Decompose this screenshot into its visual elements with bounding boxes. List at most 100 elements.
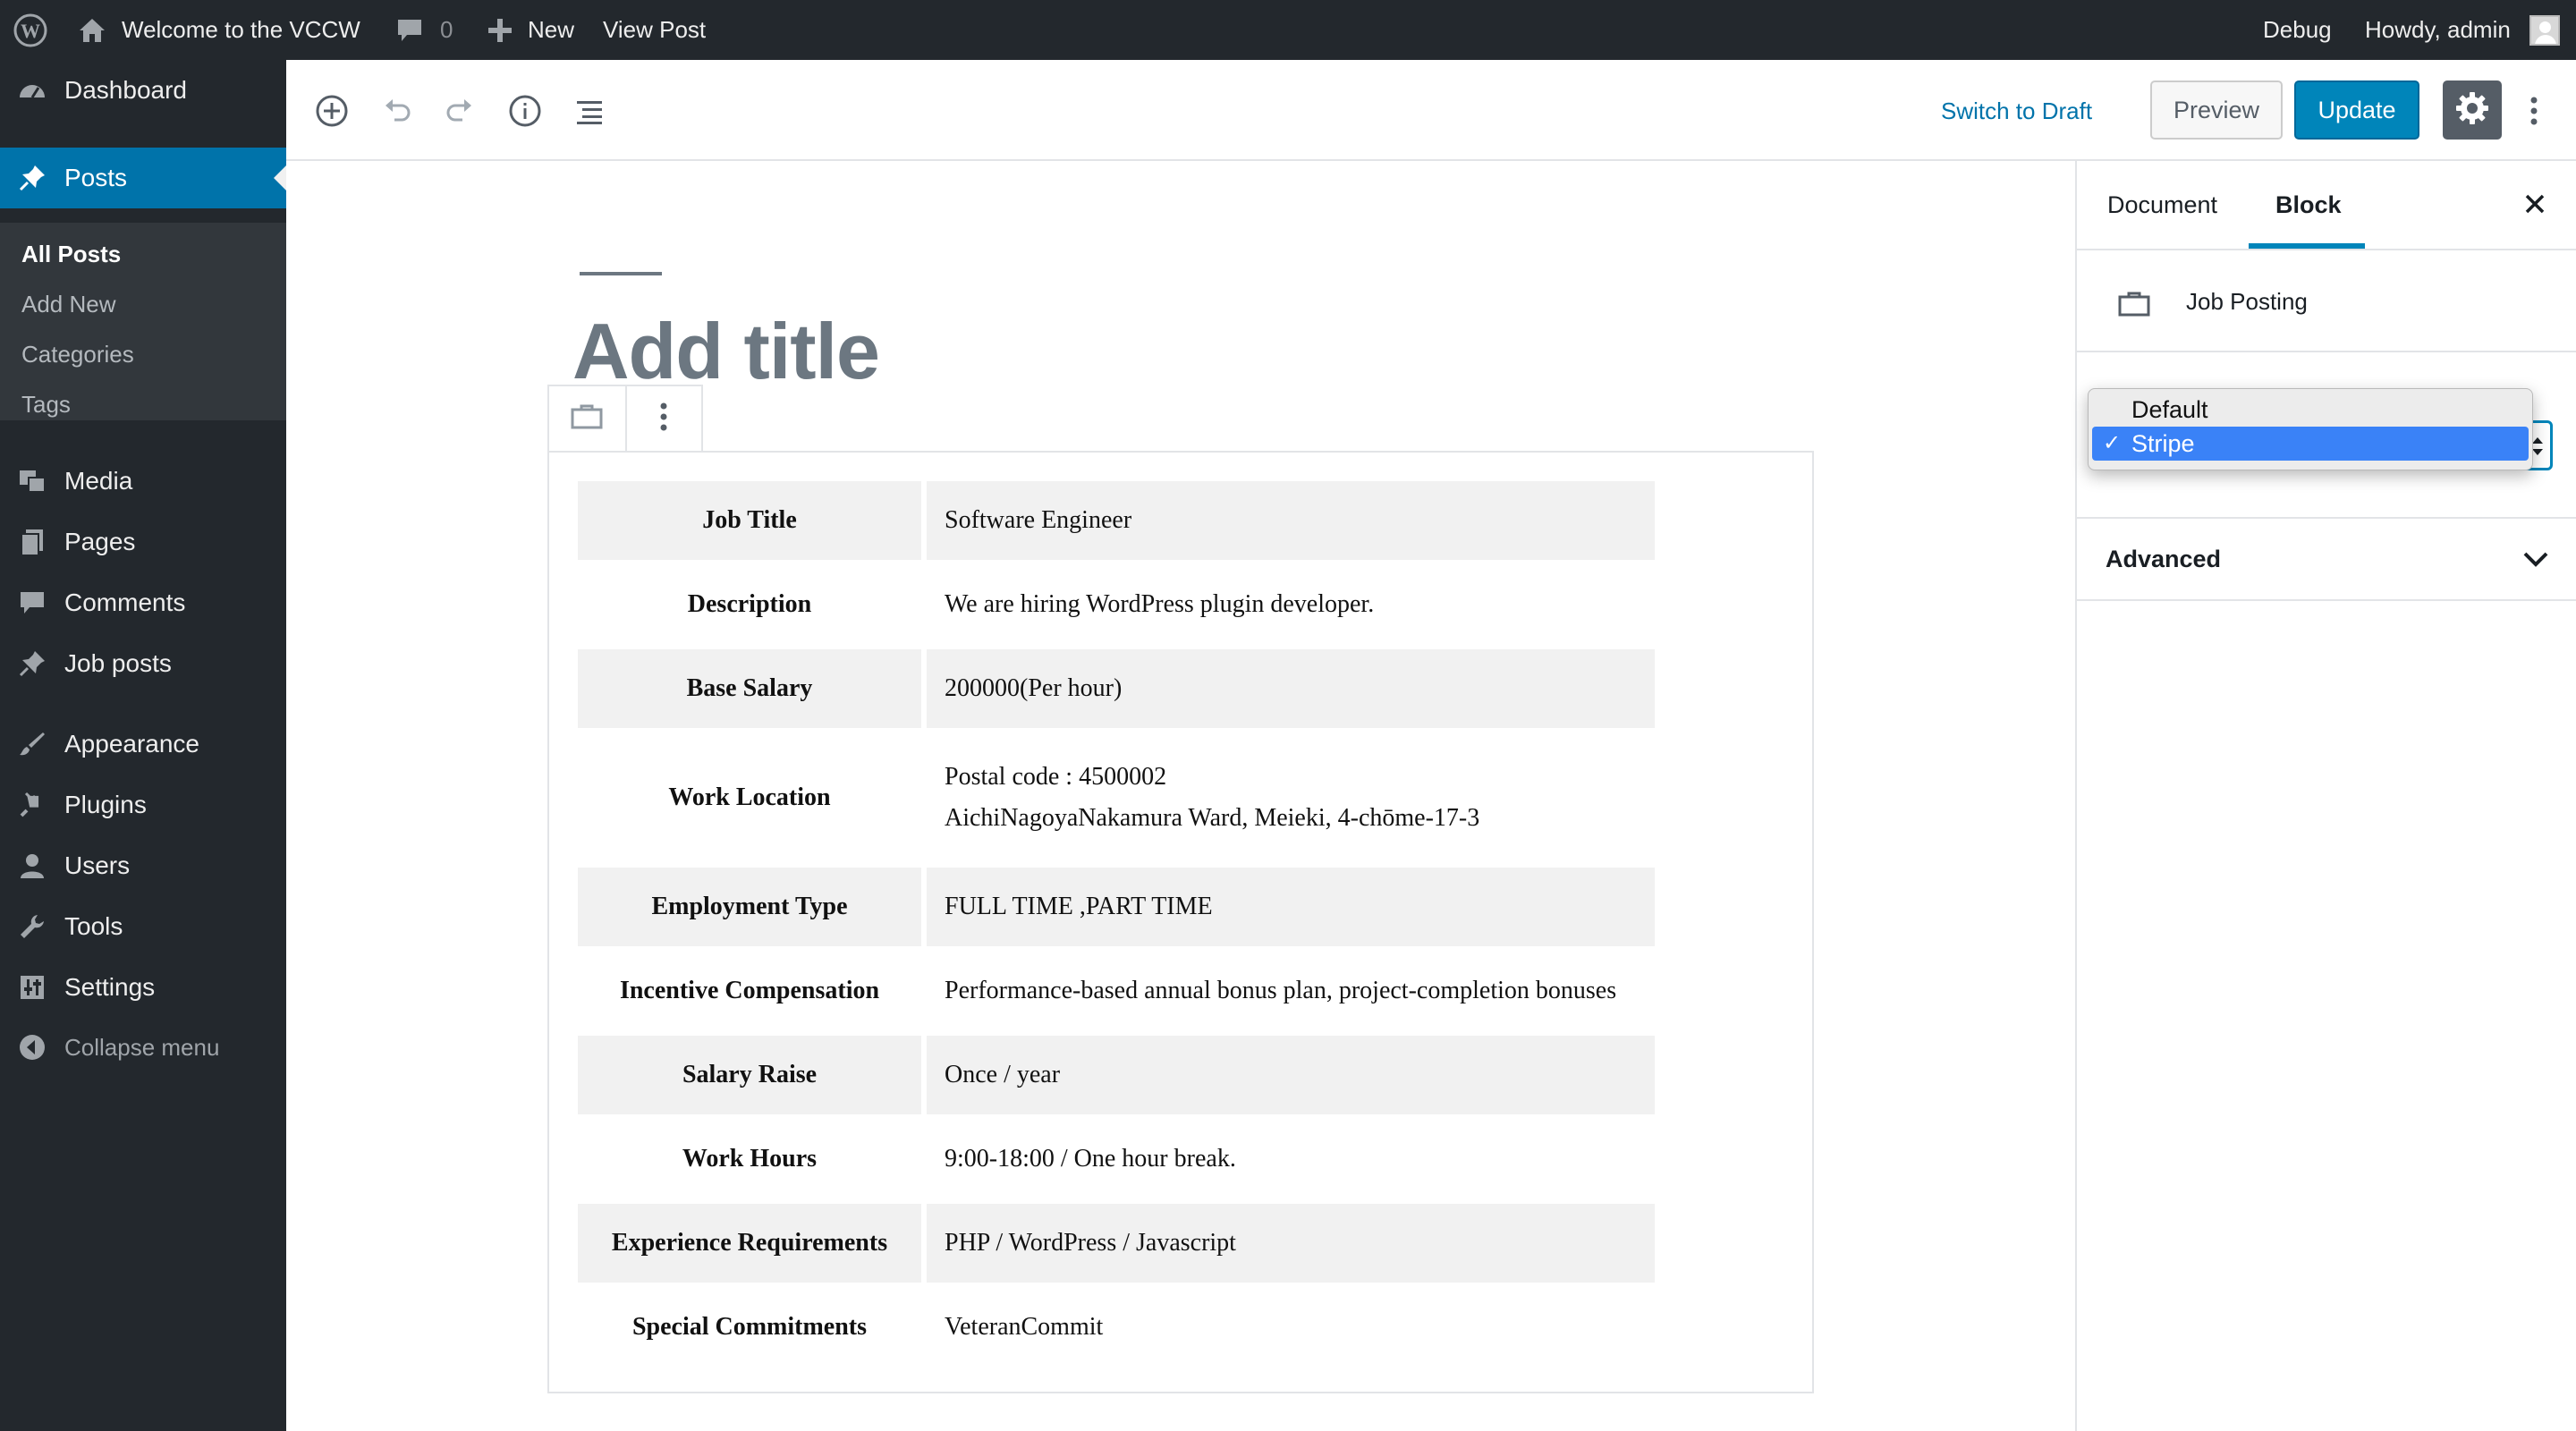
sidebar-item-posts[interactable]: Posts xyxy=(0,148,286,208)
postal-code-line: Postal code : 4500002 xyxy=(945,763,1167,791)
submenu-add-new[interactable]: Add New xyxy=(21,291,116,318)
sidebar-item-pages[interactable]: Pages xyxy=(0,512,286,572)
submenu-tags[interactable]: Tags xyxy=(21,391,71,419)
block-navigation-icon[interactable] xyxy=(571,92,608,130)
update-button[interactable]: Update xyxy=(2294,80,2419,140)
table-cell-label: Work Hours xyxy=(578,1120,927,1198)
sidebar-item-label: Job posts xyxy=(64,649,172,677)
home-icon[interactable] xyxy=(77,0,107,60)
table-cell-label: Employment Type xyxy=(578,868,927,946)
title-separator xyxy=(580,272,662,275)
new-content-link[interactable]: New xyxy=(528,0,574,60)
table-cell-label: Experience Requirements xyxy=(578,1204,927,1283)
sidebar-item-users[interactable]: Users xyxy=(0,835,286,896)
table-row: Base Salary 200000(Per hour) xyxy=(578,649,1655,728)
table-row: Work Hours 9:00-18:00 / One hour break. xyxy=(578,1120,1655,1198)
table-cell-value[interactable]: Performance-based annual bonus plan, pro… xyxy=(927,952,1655,1030)
sidebar-item-media[interactable]: Media xyxy=(0,451,286,512)
add-block-icon[interactable] xyxy=(313,92,351,130)
table-cell-value[interactable]: We are hiring WordPress plugin developer… xyxy=(927,565,1655,644)
table-cell-label: Incentive Compensation xyxy=(578,952,927,1030)
collapse-arrow-icon xyxy=(16,1031,48,1063)
settings-sidebar: Document Block Job Posting Advanced xyxy=(2075,161,2576,1431)
settings-toggle-button[interactable] xyxy=(2443,80,2502,140)
sidebar-item-comments[interactable]: Comments xyxy=(0,572,286,633)
sidebar-item-job-posts[interactable]: Job posts xyxy=(0,633,286,694)
comment-bubble-icon[interactable] xyxy=(395,0,424,60)
sidebar-item-label: Plugins xyxy=(64,791,147,818)
sidebar-item-label: Settings xyxy=(64,973,156,1001)
plus-icon[interactable] xyxy=(487,0,513,60)
address-line: AichiNagoyaNakamura Ward, Meieki, 4-chōm… xyxy=(945,804,1480,832)
style-select-dropdown: Default ✓ Stripe xyxy=(2088,388,2533,470)
table-cell-label: Base Salary xyxy=(578,649,927,728)
post-title-input[interactable]: Add title xyxy=(572,306,880,397)
site-name-link[interactable]: Welcome to the VCCW xyxy=(122,0,360,60)
table-cell-value[interactable]: FULL TIME ,PART TIME xyxy=(927,868,1655,946)
avatar[interactable] xyxy=(2529,0,2560,60)
style-option-default[interactable]: Default xyxy=(2092,393,2529,427)
style-option-stripe[interactable]: ✓ Stripe xyxy=(2092,427,2529,461)
sidebar-item-tools[interactable]: Tools xyxy=(0,896,286,957)
table-row: Salary Raise Once / year xyxy=(578,1036,1655,1114)
table-cell-value[interactable]: VeteranCommit xyxy=(927,1288,1655,1367)
job-posting-block[interactable]: Job Title Software Engineer Description … xyxy=(547,451,1814,1393)
howdy-account-link[interactable]: Howdy, admin xyxy=(2365,0,2511,60)
table-cell-value[interactable]: 9:00-18:00 / One hour break. xyxy=(927,1120,1655,1198)
sidebar-item-appearance[interactable]: Appearance xyxy=(0,714,286,775)
table-row: Work Location Postal code : 4500002 Aich… xyxy=(578,733,1655,862)
admin-bar: W Welcome to the VCCW 0 New View Post De… xyxy=(0,0,2576,60)
sidebar-item-label: Tools xyxy=(64,912,123,940)
briefcase-icon xyxy=(570,402,604,436)
preview-button[interactable]: Preview xyxy=(2150,80,2283,140)
table-row: Experience Requirements PHP / WordPress … xyxy=(578,1204,1655,1283)
comments-count[interactable]: 0 xyxy=(440,0,453,60)
block-more-options[interactable] xyxy=(624,386,701,451)
table-cell-label: Job Title xyxy=(578,481,927,560)
table-cell-value[interactable]: Once / year xyxy=(927,1036,1655,1114)
submenu-categories[interactable]: Categories xyxy=(21,341,134,368)
debug-link[interactable]: Debug xyxy=(2263,0,2332,60)
style-option-label: Stripe xyxy=(2131,430,2195,457)
submenu-all-posts[interactable]: All Posts xyxy=(21,241,121,268)
editor-header-toolbar: Switch to Draft Preview Update xyxy=(286,60,2576,161)
sidebar-item-label: Posts xyxy=(64,164,128,191)
table-row: Employment Type FULL TIME ,PART TIME xyxy=(578,868,1655,946)
dashboard-gauge-icon xyxy=(16,74,48,106)
sidebar-item-plugins[interactable]: Plugins xyxy=(0,775,286,835)
advanced-panel-toggle[interactable]: Advanced xyxy=(2077,519,2576,601)
close-settings-button[interactable] xyxy=(2521,191,2549,220)
block-card: Job Posting xyxy=(2077,250,2576,352)
redo-icon[interactable] xyxy=(442,92,479,130)
collapse-menu-label: Collapse menu xyxy=(64,1033,220,1061)
sidebar-item-label: Media xyxy=(64,467,133,495)
table-cell-value[interactable]: 200000(Per hour) xyxy=(927,649,1655,728)
chevron-down-icon xyxy=(2521,544,2551,574)
advanced-panel-title: Advanced xyxy=(2106,546,2222,572)
table-row: Description We are hiring WordPress plug… xyxy=(578,565,1655,644)
more-options-icon[interactable] xyxy=(2521,90,2547,131)
tab-block[interactable]: Block xyxy=(2275,161,2342,249)
view-post-link[interactable]: View Post xyxy=(603,0,706,60)
table-row: Incentive Compensation Performance-based… xyxy=(578,952,1655,1030)
table-cell-label: Description xyxy=(578,565,927,644)
collapse-menu-button[interactable]: Collapse menu xyxy=(0,1017,286,1078)
pushpin-icon xyxy=(16,648,48,680)
briefcase-icon xyxy=(2116,286,2152,322)
pushpin-icon xyxy=(16,162,48,194)
media-icon xyxy=(16,465,48,497)
table-cell-value[interactable]: PHP / WordPress / Javascript xyxy=(927,1204,1655,1283)
undo-icon[interactable] xyxy=(377,92,415,130)
info-icon[interactable] xyxy=(506,92,544,130)
tab-document[interactable]: Document xyxy=(2107,161,2217,249)
sidebar-item-settings[interactable]: Settings xyxy=(0,957,286,1018)
svg-text:W: W xyxy=(21,20,40,42)
wordpress-logo-icon[interactable]: W xyxy=(13,0,48,60)
table-cell-value[interactable]: Postal code : 4500002 AichiNagoyaNakamur… xyxy=(927,733,1655,862)
block-type-switcher[interactable] xyxy=(549,386,625,451)
sidebar-item-label: Comments xyxy=(64,588,186,616)
sidebar-item-dashboard[interactable]: Dashboard xyxy=(0,60,286,121)
switch-to-draft-button[interactable]: Switch to Draft xyxy=(1941,90,2092,131)
table-cell-value[interactable]: Software Engineer xyxy=(927,481,1655,560)
settings-sliders-icon xyxy=(16,971,48,1003)
